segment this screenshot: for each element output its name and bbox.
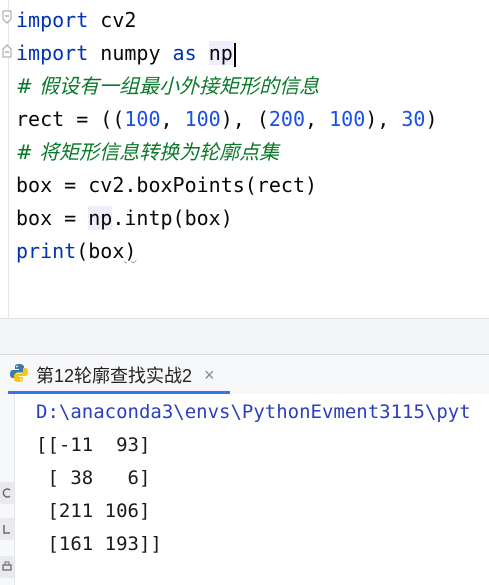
code-token: as <box>172 41 197 65</box>
code-token: cv2 <box>88 8 137 32</box>
code-token: 30 <box>401 107 426 131</box>
run-tool-window-tabs: 第12轮廓查找实战2 × <box>0 354 489 396</box>
code-token: np <box>208 41 233 65</box>
text-caret <box>233 42 236 67</box>
code-token: # 将矩形信息转换为轮廓点集 <box>16 140 280 164</box>
output-line: [211 106] <box>36 500 151 522</box>
code-token: numpy <box>88 41 173 65</box>
code-token: rect = (( <box>16 107 125 131</box>
code-editor[interactable]: import cv2 import numpy as np # 假设有一组最小外接矩… <box>0 0 489 318</box>
output-line: [161 193]] <box>36 533 162 555</box>
code-line: import cv2 <box>16 4 136 37</box>
code-line: box = cv2.boxPoints(rect) <box>16 169 317 202</box>
fold-end-icon[interactable] <box>2 44 12 58</box>
run-tab-label: 第12轮廓查找实战2 <box>36 366 193 386</box>
python-icon <box>8 362 30 389</box>
code-token: 100 <box>184 107 221 131</box>
code-line: rect = ((100, 100), (200, 100), 30) <box>16 103 438 136</box>
print-icon[interactable] <box>0 556 14 578</box>
interpreter-path: D:\anaconda3\envs\PythonEvment3115\pyt <box>36 401 471 423</box>
console-output[interactable]: D:\anaconda3\envs\PythonEvment3115\pyt [… <box>0 394 489 585</box>
code-token: print <box>16 239 77 263</box>
code-token: ), ( <box>220 107 269 131</box>
code-token: (box <box>76 239 125 263</box>
code-token: ), <box>365 107 402 131</box>
editor-bottom-bar <box>0 318 489 355</box>
code-token: 100 <box>329 107 366 131</box>
rerun-icon[interactable] <box>0 482 14 504</box>
code-line: import numpy as np <box>16 37 236 70</box>
code-token: # 假设有一组最小外接矩形的信息 <box>16 74 320 98</box>
output-line: [[-11 93] <box>36 434 151 456</box>
run-tab[interactable]: 第12轮廓查找实战2 × <box>8 357 215 393</box>
soft-wrap-icon[interactable] <box>0 518 14 540</box>
code-token: .intp(box) <box>112 206 233 230</box>
code-token: box = cv2.boxPoints(rect) <box>16 173 318 197</box>
code-token: 200 <box>268 107 306 131</box>
code-line: # 将矩形信息转换为轮廓点集 <box>16 136 279 169</box>
code-line: print(box) <box>16 235 136 268</box>
code-token: box = <box>16 206 89 230</box>
console-toolbar <box>0 394 15 585</box>
code-token: import <box>16 41 89 65</box>
output-line: [ 38 6] <box>36 467 151 489</box>
code-token: 100 <box>124 107 161 131</box>
close-icon[interactable]: × <box>204 365 215 386</box>
code-token: ) <box>425 107 438 131</box>
code-token: import <box>16 8 89 32</box>
code-line: # 假设有一组最小外接矩形的信息 <box>16 70 319 103</box>
code-token: , <box>160 107 185 131</box>
code-token: ) <box>124 239 137 263</box>
code-line: box = np.intp(box) <box>16 202 233 235</box>
code-token: , <box>305 107 330 131</box>
fold-start-icon[interactable] <box>2 10 12 24</box>
code-token: np <box>88 206 113 230</box>
